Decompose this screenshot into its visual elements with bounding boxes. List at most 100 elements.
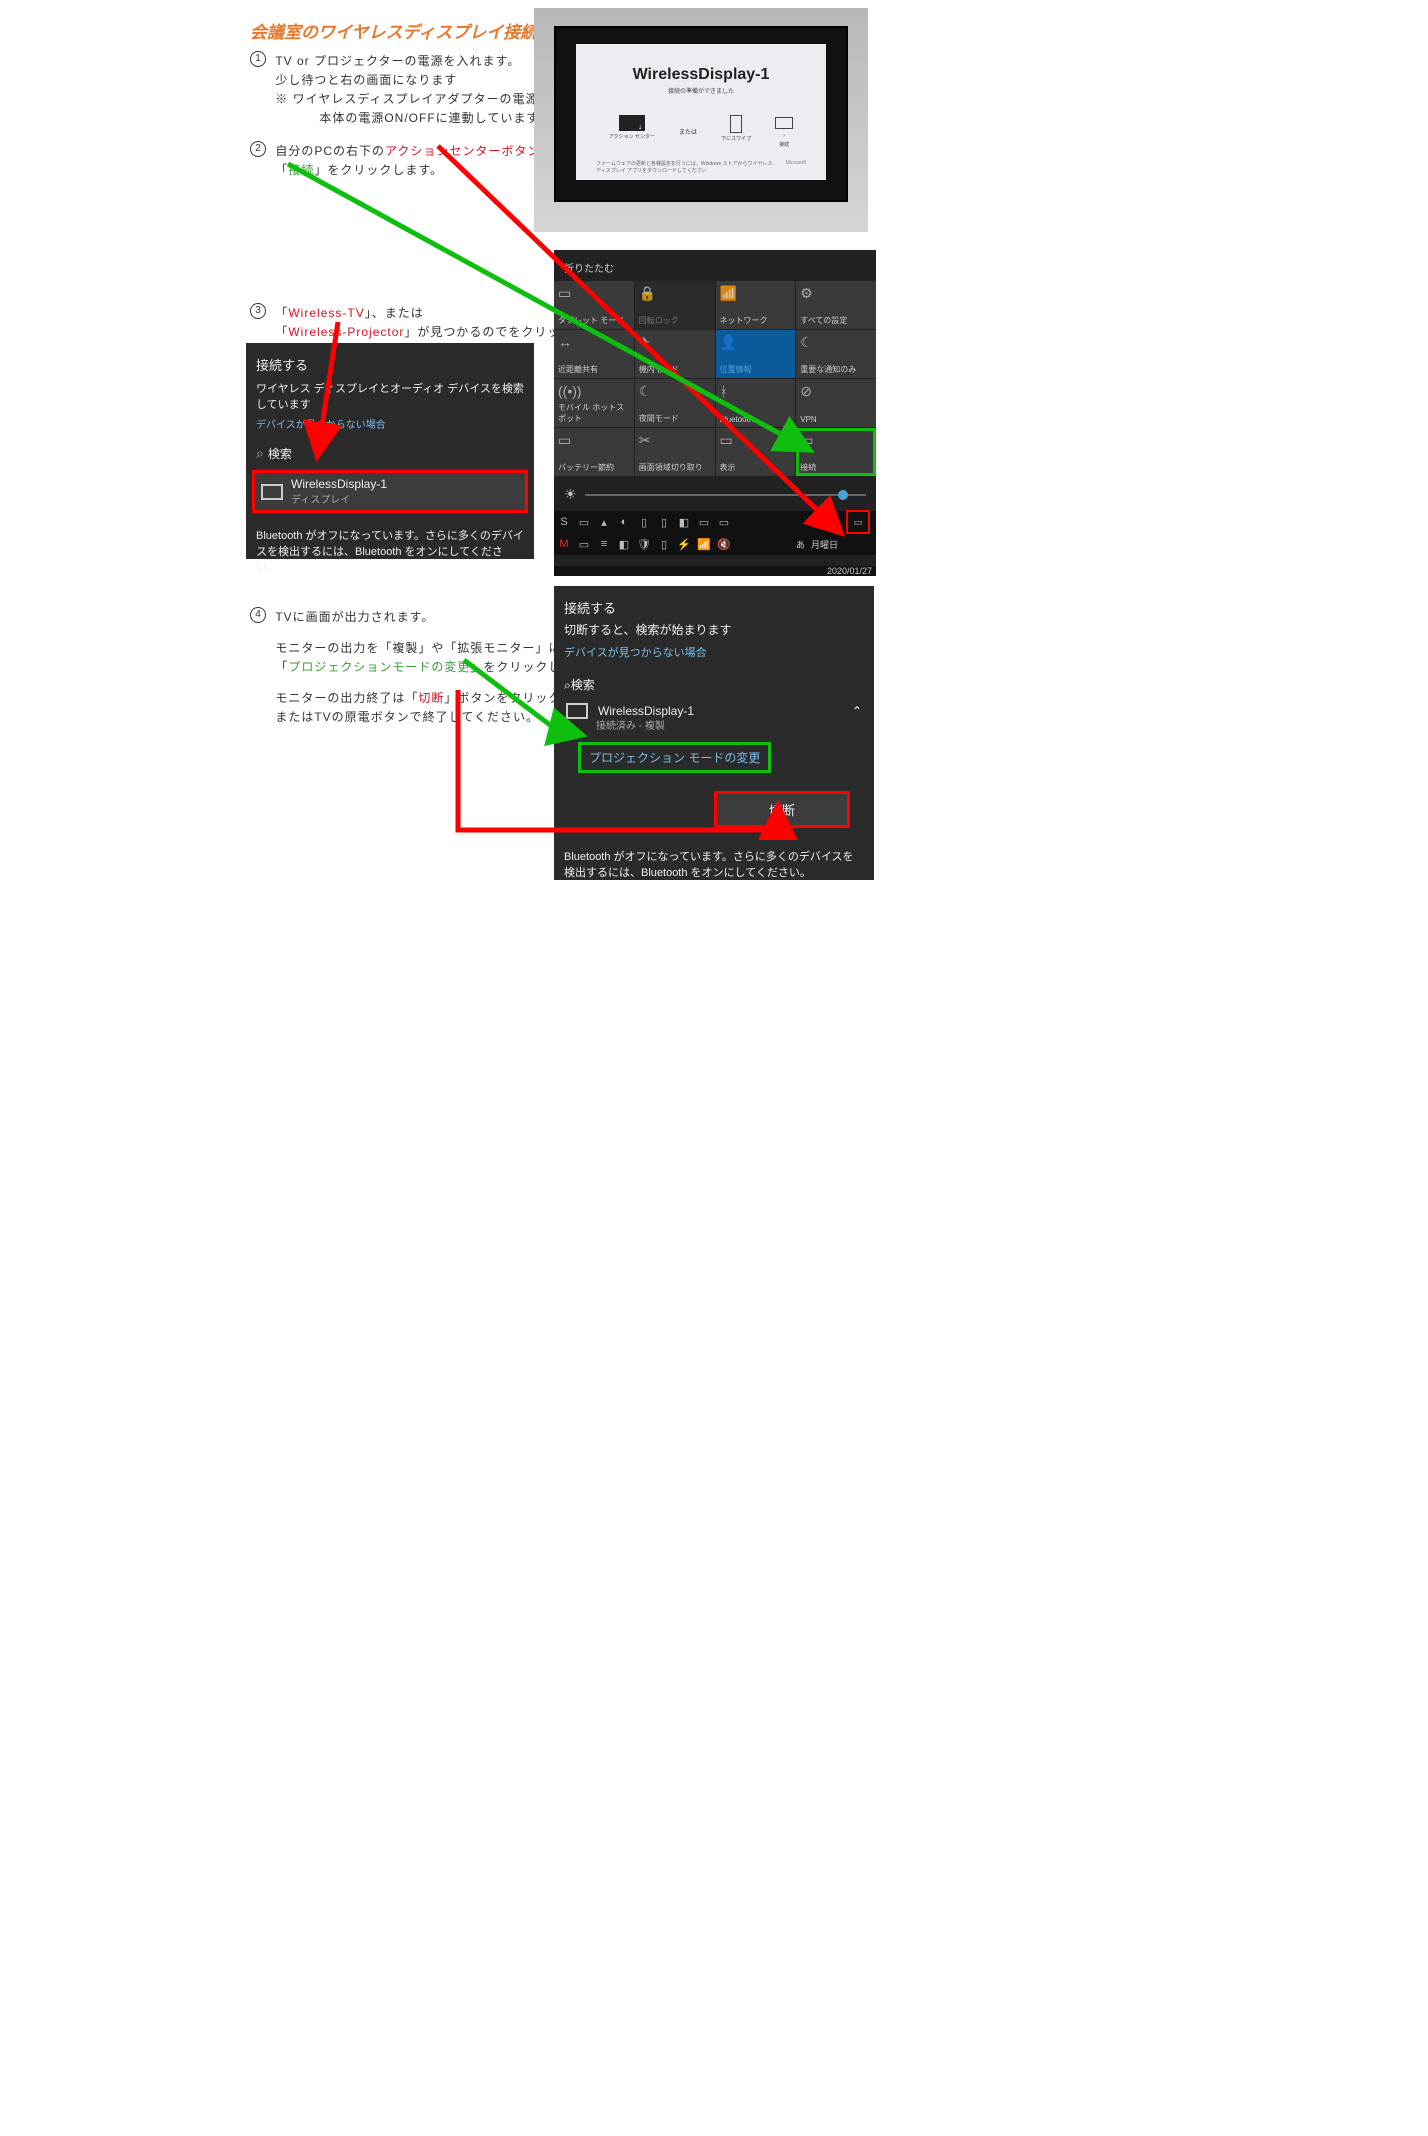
ac-tile-すべての設定[interactable]: ⚙すべての設定 <box>796 281 876 329</box>
tray-icon[interactable]: ▭ <box>694 516 714 529</box>
tile-label: すべての設定 <box>800 315 872 326</box>
tile-icon: ☾ <box>639 383 711 400</box>
tile-icon: ✈ <box>639 334 711 351</box>
ime-indicator[interactable]: あ <box>796 538 805 551</box>
tv-footer: ファームウェアの更新と各種設定を行うには、Windows ストアからワイヤレス … <box>596 160 806 174</box>
label-connect: 接続 <box>288 163 314 177</box>
device-not-found-link-2[interactable]: デバイスが見つからない場合 <box>554 638 874 660</box>
tile-label: 接続 <box>800 462 872 473</box>
ac-tile-Bluetooth[interactable]: ᚼ Bluetooth <box>716 379 796 427</box>
notification-icon: ▭ <box>854 517 863 528</box>
tv-screen: WirelessDisplay-1 接続の準備ができました ↓ アクション セン… <box>576 44 826 180</box>
security-icon[interactable]: 🛡 <box>634 538 654 551</box>
ac-collapse[interactable]: 折りたたむ <box>554 250 876 281</box>
brightness-icon: ☀ <box>564 486 577 503</box>
tile-icon: ↔ <box>558 334 630 350</box>
tray-icon[interactable]: ◧ <box>674 516 694 529</box>
disconnect-button[interactable]: 切断 <box>714 791 850 828</box>
label-projection-mode: プロジェクションモードの変更 <box>288 660 470 674</box>
ac-tile-近距離共有[interactable]: ↔近距離共有 <box>554 330 634 378</box>
tile-icon: ▭ <box>558 432 630 449</box>
label-disconnect: 切断 <box>418 691 444 705</box>
ac-tile-重要な通知のみ[interactable]: ☾重要な通知のみ <box>796 330 876 378</box>
step-2-line1: 自分のPCの右下のアクションセンターボタンから <box>275 142 566 159</box>
taskbar: S ▭ ▴ ◐ ▯ ▯ ◧ ▭ ▭ 9:11 ▭ M ▭ ≡ <box>554 511 876 555</box>
skype-icon[interactable]: S <box>554 516 574 528</box>
tray-icon[interactable]: ≡ <box>594 538 614 550</box>
step-1-line4: 本体の電源ON/OFFに連動しています。 <box>319 109 564 126</box>
brightness-thumb[interactable] <box>838 490 848 500</box>
ac-tile-タブレット モード[interactable]: ▭ タブレット モード <box>554 281 634 329</box>
connect-search[interactable]: ⌕検索 <box>246 431 534 468</box>
connect-search-2[interactable]: ⌕検索 <box>554 660 874 697</box>
ac-tile-機内モード[interactable]: ✈ 機内モード <box>635 330 715 378</box>
tile-icon: 👤 <box>720 334 792 351</box>
tv-cell-swipe: 下にスワイプ <box>721 115 751 148</box>
search-icon: ⌕ <box>564 678 571 692</box>
tile-icon: ▭ <box>558 285 630 302</box>
chevron-up-icon[interactable]: ⌃ <box>852 704 862 718</box>
connect-panel-connected: 接続する 切断すると、検索が始まります デバイスが見つからない場合 ⌕検索 Wi… <box>554 586 874 880</box>
brightness-slider[interactable]: ☀ <box>554 476 876 511</box>
tile-icon: 📶 <box>720 285 792 302</box>
tile-icon: ▭ <box>800 432 872 449</box>
ac-tile-VPN[interactable]: ⊘VPN <box>796 379 876 427</box>
tile-label: 位置情報 <box>720 364 792 375</box>
tray-icon[interactable]: ▭ <box>714 516 734 529</box>
tv-subtitle: 接続の準備ができました <box>576 86 826 95</box>
tray-icon[interactable]: ▯ <box>634 516 654 529</box>
tile-label: Bluetooth <box>720 415 792 424</box>
tile-label: バッテリー節約 <box>558 462 630 473</box>
step-1-line2: 少し待つと右の画面になります <box>275 71 564 88</box>
ac-tile-位置情報[interactable]: 👤 位置情報 <box>716 330 796 378</box>
ac-tile-モバイル ホットスポット[interactable]: ((•)) モバイル ホットスポット <box>554 379 634 427</box>
search-icon: ⌕ <box>256 445 264 462</box>
ac-tile-画面領域切り取り[interactable]: ✂ 画面領域切り取り <box>635 428 715 476</box>
label-wireless-projector: Wireless-Projector <box>288 325 404 339</box>
tile-label: 重要な通知のみ <box>800 364 872 375</box>
volume-icon[interactable]: 🔇 <box>714 538 734 551</box>
ac-tile-表示[interactable]: ▭表示 <box>716 428 796 476</box>
tv-phone-icon <box>730 115 742 133</box>
tray-icon[interactable]: ▯ <box>654 516 674 529</box>
device-not-found-link[interactable]: デバイスが見つからない場合 <box>246 412 534 431</box>
wifi-icon[interactable]: 📶 <box>694 538 714 551</box>
tray-icon[interactable]: ◐ <box>614 516 634 528</box>
tile-label: タブレット モード <box>558 315 630 326</box>
tile-label: 画面領域切り取り <box>639 462 711 473</box>
tile-icon: ▭ <box>720 432 792 449</box>
connected-device-block[interactable]: WirelessDisplay-1 ⌃ 接続済み - 複製 プロジェクション モ… <box>554 697 874 834</box>
mcafee-icon[interactable]: M <box>554 538 574 550</box>
tray-icon[interactable]: ◧ <box>614 538 634 551</box>
power-icon[interactable]: ⚡ <box>674 538 694 551</box>
projection-mode-change-link[interactable]: プロジェクション モードの変更 <box>578 742 771 773</box>
ac-tile-回転ロック[interactable]: 🔒回転ロック <box>635 281 715 329</box>
tray-icon[interactable]: ▭ <box>574 538 594 551</box>
tile-icon: ✂ <box>639 432 711 449</box>
tv-cell-connect: › 接続 <box>775 115 793 148</box>
step-2: 2 自分のPCの右下のアクションセンターボタンから 「接続」をクリックします。 <box>250 140 566 180</box>
label-wireless-tv: Wireless-TV <box>288 306 364 320</box>
tile-label: 機内モード <box>639 364 711 375</box>
ac-tile-接続[interactable]: ▭ 接続 <box>796 428 876 476</box>
ac-tile-ネットワーク[interactable]: 📶ネットワーク <box>716 281 796 329</box>
tv-footer-text: ファームウェアの更新と各種設定を行うには、Windows ストアからワイヤレス … <box>596 160 776 174</box>
brightness-track[interactable] <box>585 494 866 496</box>
connected-device-name: WirelessDisplay-1 <box>598 704 694 718</box>
action-center-button[interactable]: ▭ <box>846 510 870 534</box>
step-1-num: 1 <box>250 51 266 67</box>
tray-icon[interactable]: ▯ <box>654 538 674 551</box>
ac-tile-バッテリー節約[interactable]: ▭ バッテリー節約 <box>554 428 634 476</box>
tile-icon: ((•)) <box>558 383 630 399</box>
tile-label: モバイル ホットスポット <box>558 402 630 424</box>
step-2-line2: 「接続」をクリックします。 <box>275 161 566 178</box>
ac-tile-夜間モード[interactable]: ☾夜間モード <box>635 379 715 427</box>
device-row-wireless-display[interactable]: WirelessDisplay-1 ディスプレイ <box>252 470 528 513</box>
tile-icon: ᚼ <box>720 383 792 399</box>
page-root: 会議室のワイヤレスディスプレイ接続方法 1 TV or プロジェクターの電源を入… <box>238 0 1190 1424</box>
tv-frame: WirelessDisplay-1 接続の準備ができました ↓ アクション セン… <box>554 26 848 202</box>
monitor-icon <box>566 703 588 719</box>
doc-title: 会議室のワイヤレスディスプレイ接続方法 <box>250 18 571 43</box>
tray-icon[interactable]: ▴ <box>594 516 614 529</box>
tray-icon[interactable]: ▭ <box>574 516 594 529</box>
